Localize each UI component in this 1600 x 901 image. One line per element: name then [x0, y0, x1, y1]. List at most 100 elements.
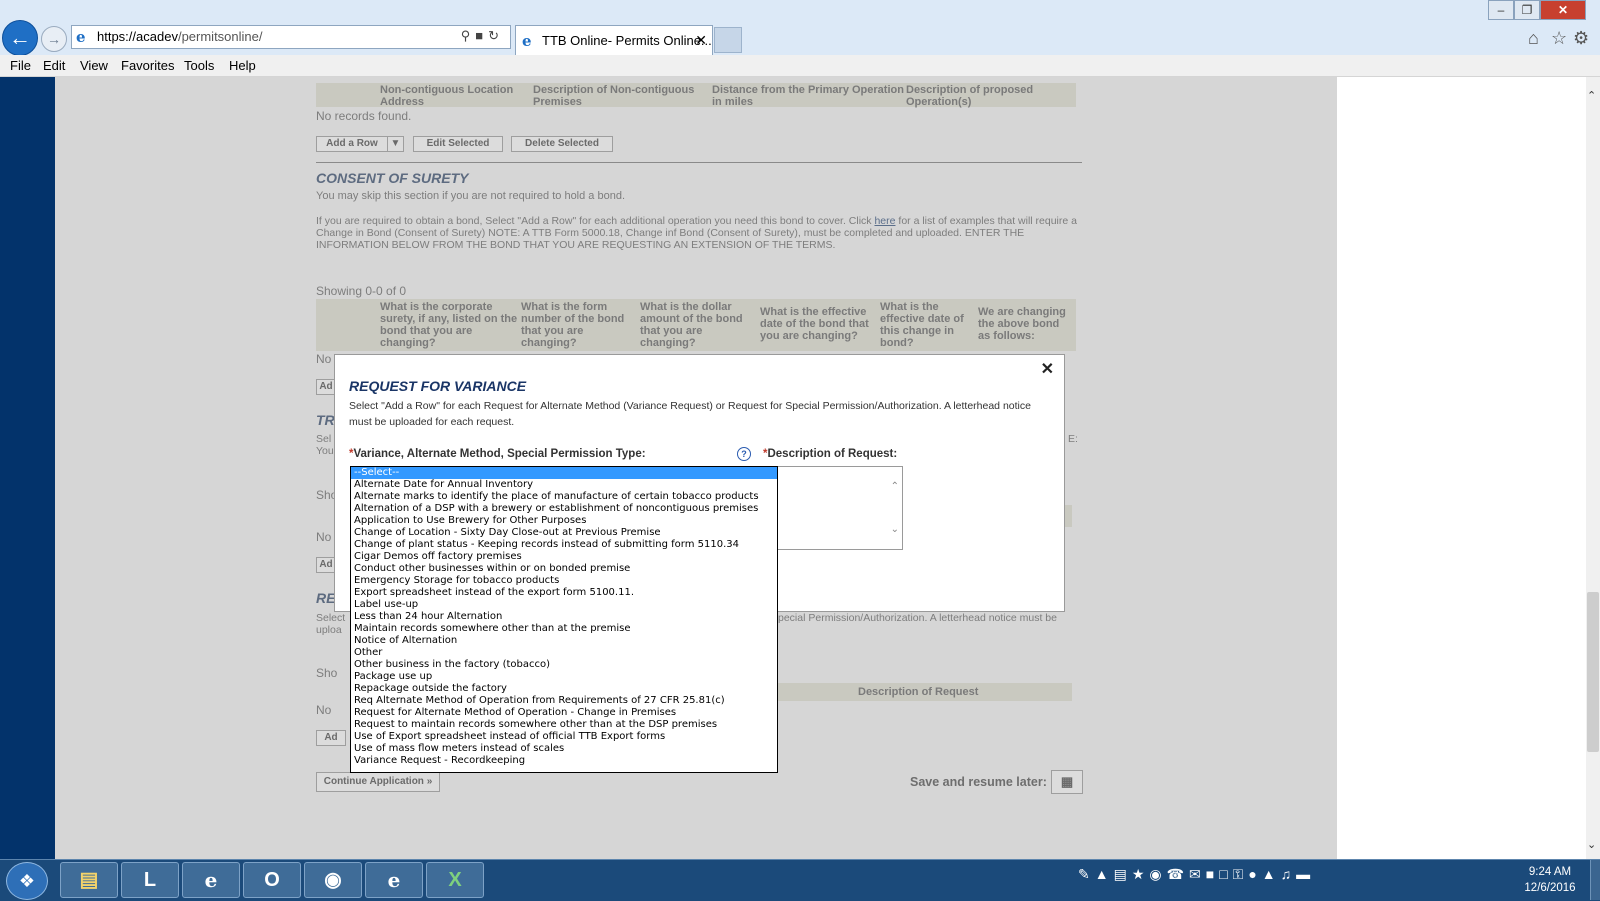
dropdown-option[interactable]: Other business in the factory (tobacco) — [351, 659, 777, 671]
ie-taskbar-icon[interactable]: e — [182, 862, 240, 898]
dropdown-option[interactable]: Request for Alternate Method of Operatio… — [351, 707, 777, 719]
save-resume-button[interactable]: ▦ — [1051, 770, 1083, 794]
address-controls[interactable]: ⚲■↻ — [461, 28, 504, 44]
new-tab-button[interactable] — [714, 27, 742, 53]
col-header: Distance from the Primary Operation in m… — [712, 84, 904, 108]
dropdown-option[interactable]: Export spreadsheet instead of the export… — [351, 587, 777, 599]
section-title-fragment: TR — [316, 412, 335, 428]
minimize-button[interactable]: – — [1488, 0, 1514, 20]
page-scrollbar[interactable]: ⌃ ⌄ — [1586, 77, 1600, 859]
page-left-bar — [0, 77, 55, 859]
menu-tools[interactable]: Tools — [184, 58, 214, 73]
windows-start-icon[interactable]: ❖ — [6, 862, 48, 900]
outlook-taskbar-icon[interactable]: O — [243, 862, 301, 898]
dropdown-option[interactable]: Label use-up — [351, 599, 777, 611]
browser-tab[interactable]: e TTB Online- Permits Online... ✕ — [515, 25, 713, 55]
textarea-scroll-up-icon[interactable]: ⌃ — [891, 481, 899, 492]
system-tray-icons[interactable]: ✎▲▤★◉☎✉■□⚿●▲♫▬ — [1078, 866, 1315, 883]
forward-icon[interactable]: → — [41, 26, 67, 52]
add-row-button-fragment[interactable]: Ad — [316, 379, 336, 395]
textarea-scroll-down-icon[interactable]: ⌄ — [891, 524, 899, 535]
show-desktop-button[interactable] — [1590, 860, 1600, 900]
add-row-dropdown-icon[interactable]: ▼ — [387, 136, 404, 152]
menu-file[interactable]: File — [10, 58, 31, 73]
app-taskbar-icon[interactable]: ◉ — [304, 862, 362, 898]
text-fragment: Select — [316, 612, 346, 624]
taskbar — [0, 859, 1600, 901]
dropdown-option[interactable]: Package use up — [351, 671, 777, 683]
no-records-fragment: No — [316, 352, 332, 366]
add-row-button-fragment[interactable]: Ad — [316, 557, 336, 573]
dropdown-option-selected[interactable]: --Select-- — [351, 467, 777, 479]
dropdown-option[interactable]: Application to Use Brewery for Other Pur… — [351, 515, 777, 527]
file-explorer-taskbar-icon[interactable]: ▤ — [60, 862, 118, 898]
dropdown-option[interactable]: Notice of Alternation — [351, 635, 777, 647]
col-header-description: Description of Request — [858, 686, 979, 698]
col-header: What is the corporate surety, if any, li… — [380, 301, 518, 349]
ie-page-icon: e — [76, 28, 86, 46]
window-controls: – ❐ ✕ — [1488, 0, 1586, 20]
dropdown-option[interactable]: Req Alternate Method of Operation from R… — [351, 695, 777, 707]
description-field-label: *Description of Request: — [763, 448, 898, 460]
lync-taskbar-icon[interactable]: L — [121, 862, 179, 898]
dropdown-option[interactable]: Use of mass flow meters instead of scale… — [351, 743, 777, 755]
dropdown-option[interactable]: Request to maintain records somewhere ot… — [351, 719, 777, 731]
scroll-thumb[interactable] — [1587, 592, 1599, 752]
scroll-down-icon[interactable]: ⌄ — [1587, 838, 1596, 851]
add-row-button-fragment[interactable]: Ad — [316, 730, 346, 746]
maximize-button[interactable]: ❐ — [1514, 0, 1540, 20]
refresh-icon[interactable]: ↻ — [488, 28, 504, 43]
tab-close-icon[interactable]: ✕ — [695, 32, 707, 49]
excel-taskbar-icon[interactable]: X — [426, 862, 484, 898]
col-header: What is the dollar amount of the bond th… — [640, 301, 743, 349]
no-records-fragment: No — [316, 530, 332, 544]
gear-icon[interactable]: ⚙ — [1573, 28, 1589, 49]
type-field-label: *Variance, Alternate Method, Special Per… — [349, 448, 646, 460]
taskbar-clock[interactable]: 9:24 AM 12/6/2016 — [1515, 864, 1585, 896]
url-text: https://acadev/permitsonline/ — [97, 29, 263, 44]
text-fragment: Sel — [316, 433, 332, 445]
menu-view[interactable]: View — [80, 58, 108, 73]
text-fragment: You — [316, 445, 334, 457]
search-icon[interactable]: ⚲ — [461, 28, 476, 43]
scroll-up-icon[interactable]: ⌃ — [1587, 89, 1596, 102]
examples-link[interactable]: here — [874, 215, 895, 227]
text-fragment: uploa — [316, 624, 342, 636]
dropdown-option[interactable]: Change of Location - Sixty Day Close-out… — [351, 527, 777, 539]
help-icon[interactable]: ? — [737, 447, 751, 461]
dropdown-option[interactable]: Less than 24 hour Alternation — [351, 611, 777, 623]
modal-close-icon[interactable]: ✕ — [1041, 359, 1054, 379]
ie-taskbar-icon[interactable]: e — [365, 862, 423, 898]
col-header: What is the effective date of this chang… — [880, 301, 964, 349]
save-resume-label: Save and resume later: — [910, 775, 1047, 789]
dropdown-option[interactable]: Use of Export spreadsheet instead of off… — [351, 731, 777, 743]
showing-fragment: Sho — [316, 666, 338, 680]
dropdown-option[interactable]: Maintain records somewhere other than at… — [351, 623, 777, 635]
menu-favorites[interactable]: Favorites — [121, 58, 174, 73]
dropdown-option[interactable]: Cigar Demos off factory premises — [351, 551, 777, 563]
variance-type-dropdown-list[interactable]: --Select-- Alternate Date for Annual Inve… — [350, 466, 778, 773]
dropdown-option[interactable]: Conduct other businesses within or on bo… — [351, 563, 777, 575]
continue-application-button[interactable]: Continue Application » — [316, 772, 440, 792]
consent-section-title: CONSENT OF SURETY — [316, 170, 469, 186]
dropdown-option[interactable]: Change of plant status - Keeping records… — [351, 539, 777, 551]
dropdown-option[interactable]: Other — [351, 647, 777, 659]
dropdown-option[interactable]: Variance Request - Recordkeeping — [351, 755, 777, 767]
edit-selected-button[interactable]: Edit Selected — [413, 136, 503, 152]
close-window-button[interactable]: ✕ — [1540, 0, 1586, 20]
dropdown-option[interactable]: Repackage outside the factory — [351, 683, 777, 695]
back-icon[interactable]: ← — [2, 20, 38, 56]
address-bar[interactable]: e https://acadev/permitsonline/ ⚲■↻ — [71, 25, 511, 49]
add-row-button[interactable]: Add a Row — [316, 136, 388, 152]
dropdown-option[interactable]: Emergency Storage for tobacco products — [351, 575, 777, 587]
home-icon[interactable]: ⌂ — [1528, 28, 1539, 49]
dropdown-option[interactable]: Alternation of a DSP with a brewery or e… — [351, 503, 777, 515]
menu-edit[interactable]: Edit — [43, 58, 65, 73]
dropdown-option[interactable]: Alternate Date for Annual Inventory — [351, 479, 777, 491]
favorites-star-icon[interactable]: ☆ — [1551, 28, 1567, 49]
delete-selected-button[interactable]: Delete Selected — [511, 136, 613, 152]
dropdown-option[interactable]: Alternate marks to identify the place of… — [351, 491, 777, 503]
description-textarea[interactable]: ⌃ ⌄ — [763, 466, 903, 550]
menu-help[interactable]: Help — [229, 58, 256, 73]
modal-intro: Select "Add a Row" for each Request for … — [349, 400, 1031, 428]
